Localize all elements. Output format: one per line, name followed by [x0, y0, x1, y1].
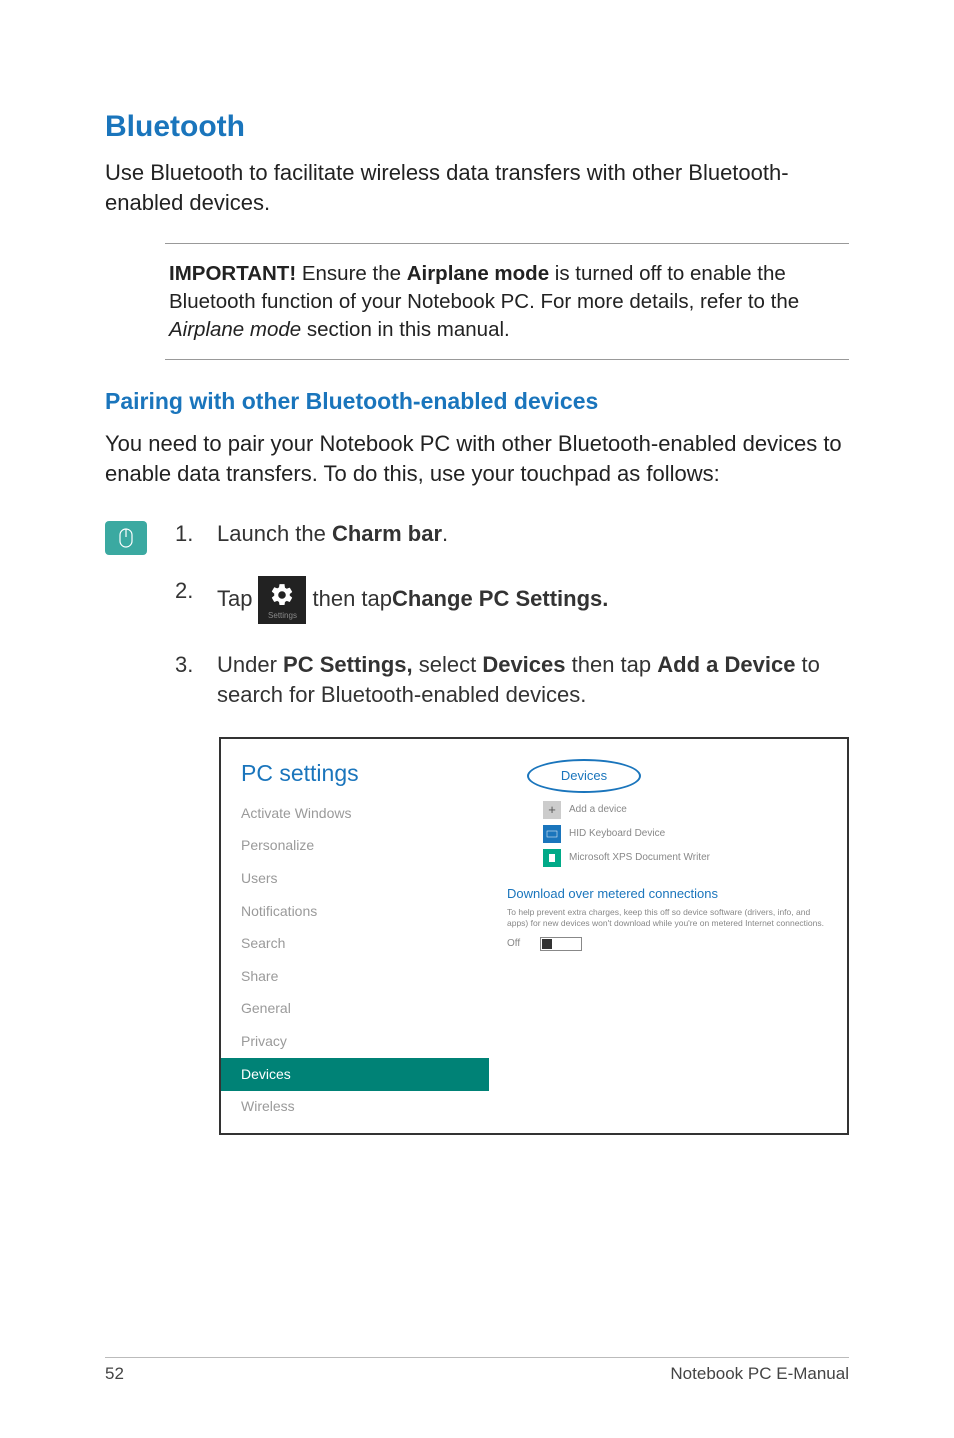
- intro-text: Use Bluetooth to facilitate wireless dat…: [105, 158, 849, 217]
- doc-title: Notebook PC E-Manual: [670, 1364, 849, 1384]
- step1-seg-a: Launch the: [217, 521, 332, 546]
- settings-tile-icon: Settings: [258, 576, 306, 624]
- step2-bold: Change PC Settings.: [392, 584, 608, 615]
- sidebar-item[interactable]: General: [221, 993, 489, 1026]
- step3-d: Devices: [482, 652, 565, 677]
- section-title: Bluetooth: [105, 110, 849, 144]
- callout-bold1: Airplane mode: [407, 262, 549, 285]
- sidebar-item[interactable]: Ease of Access: [221, 1123, 489, 1135]
- sidebar-item[interactable]: Users: [221, 863, 489, 896]
- sidebar-item[interactable]: Search: [221, 928, 489, 961]
- step1-seg-c: .: [442, 521, 448, 546]
- step3-a: Under: [217, 652, 283, 677]
- sidebar-item[interactable]: Notifications: [221, 895, 489, 928]
- step3-e: then tap: [566, 652, 658, 677]
- device-row[interactable]: HID Keyboard Device: [543, 825, 829, 843]
- sidebar-item[interactable]: Wireless: [221, 1091, 489, 1124]
- content-panel: Devices + Add a device HID Keyboard Devi…: [489, 739, 847, 1133]
- step-3: 3. Under PC Settings, select Devices the…: [175, 650, 849, 712]
- metered-heading: Download over metered connections: [507, 885, 829, 903]
- device-label: Microsoft XPS Document Writer: [569, 851, 710, 865]
- sidebar-item[interactable]: Activate Windows: [221, 797, 489, 830]
- toggle-label: Off: [507, 937, 520, 951]
- step2-seg-b: then tap: [312, 584, 392, 615]
- important-callout: IMPORTANT! Ensure the Airplane mode is t…: [165, 243, 849, 360]
- document-icon: [543, 849, 561, 867]
- devices-heading: Devices: [527, 759, 641, 793]
- callout-ital: Airplane mode: [169, 318, 301, 341]
- sidebar-item[interactable]: Personalize: [221, 830, 489, 863]
- keyboard-icon: [543, 825, 561, 843]
- pc-settings-screenshot: PC settings Activate WindowsPersonalizeU…: [219, 737, 849, 1135]
- page-footer: 52 Notebook PC E-Manual: [105, 1357, 849, 1384]
- step-number: 2.: [175, 576, 217, 624]
- touchpad-icon: [105, 521, 147, 555]
- sidebar: PC settings Activate WindowsPersonalizeU…: [221, 739, 489, 1133]
- step-number: 1.: [175, 519, 217, 550]
- device-row[interactable]: Microsoft XPS Document Writer: [543, 849, 829, 867]
- step3-f: Add a Device: [657, 652, 795, 677]
- page-number: 52: [105, 1364, 124, 1384]
- add-device-row[interactable]: + Add a device: [543, 801, 829, 819]
- step-number: 3.: [175, 650, 217, 712]
- callout-strong: IMPORTANT!: [169, 262, 296, 285]
- sidebar-item[interactable]: Privacy: [221, 1026, 489, 1059]
- plus-icon: +: [543, 801, 561, 819]
- step3-b: PC Settings,: [283, 652, 413, 677]
- settings-tile-label: Settings: [258, 610, 306, 621]
- subsection-title: Pairing with other Bluetooth-enabled dev…: [105, 388, 849, 415]
- sidebar-item[interactable]: Devices: [221, 1058, 489, 1091]
- step-2: 2. Tap Settings then tap Change PC Setti…: [175, 576, 849, 624]
- step2-seg-a: Tap: [217, 584, 252, 615]
- device-label: HID Keyboard Device: [569, 827, 665, 841]
- add-device-label: Add a device: [569, 803, 627, 817]
- sidebar-title: PC settings: [221, 757, 489, 797]
- metered-description: To help prevent extra charges, keep this…: [507, 907, 829, 929]
- callout-seg3: section in this manual.: [301, 318, 510, 341]
- step-1: 1. Launch the Charm bar.: [175, 519, 849, 550]
- subsection-intro: You need to pair your Notebook PC with o…: [105, 429, 849, 488]
- step3-c: select: [413, 652, 483, 677]
- metered-toggle[interactable]: [540, 937, 582, 951]
- step1-bold: Charm bar: [332, 521, 442, 546]
- sidebar-item[interactable]: Share: [221, 960, 489, 993]
- callout-seg1: Ensure the: [296, 262, 407, 285]
